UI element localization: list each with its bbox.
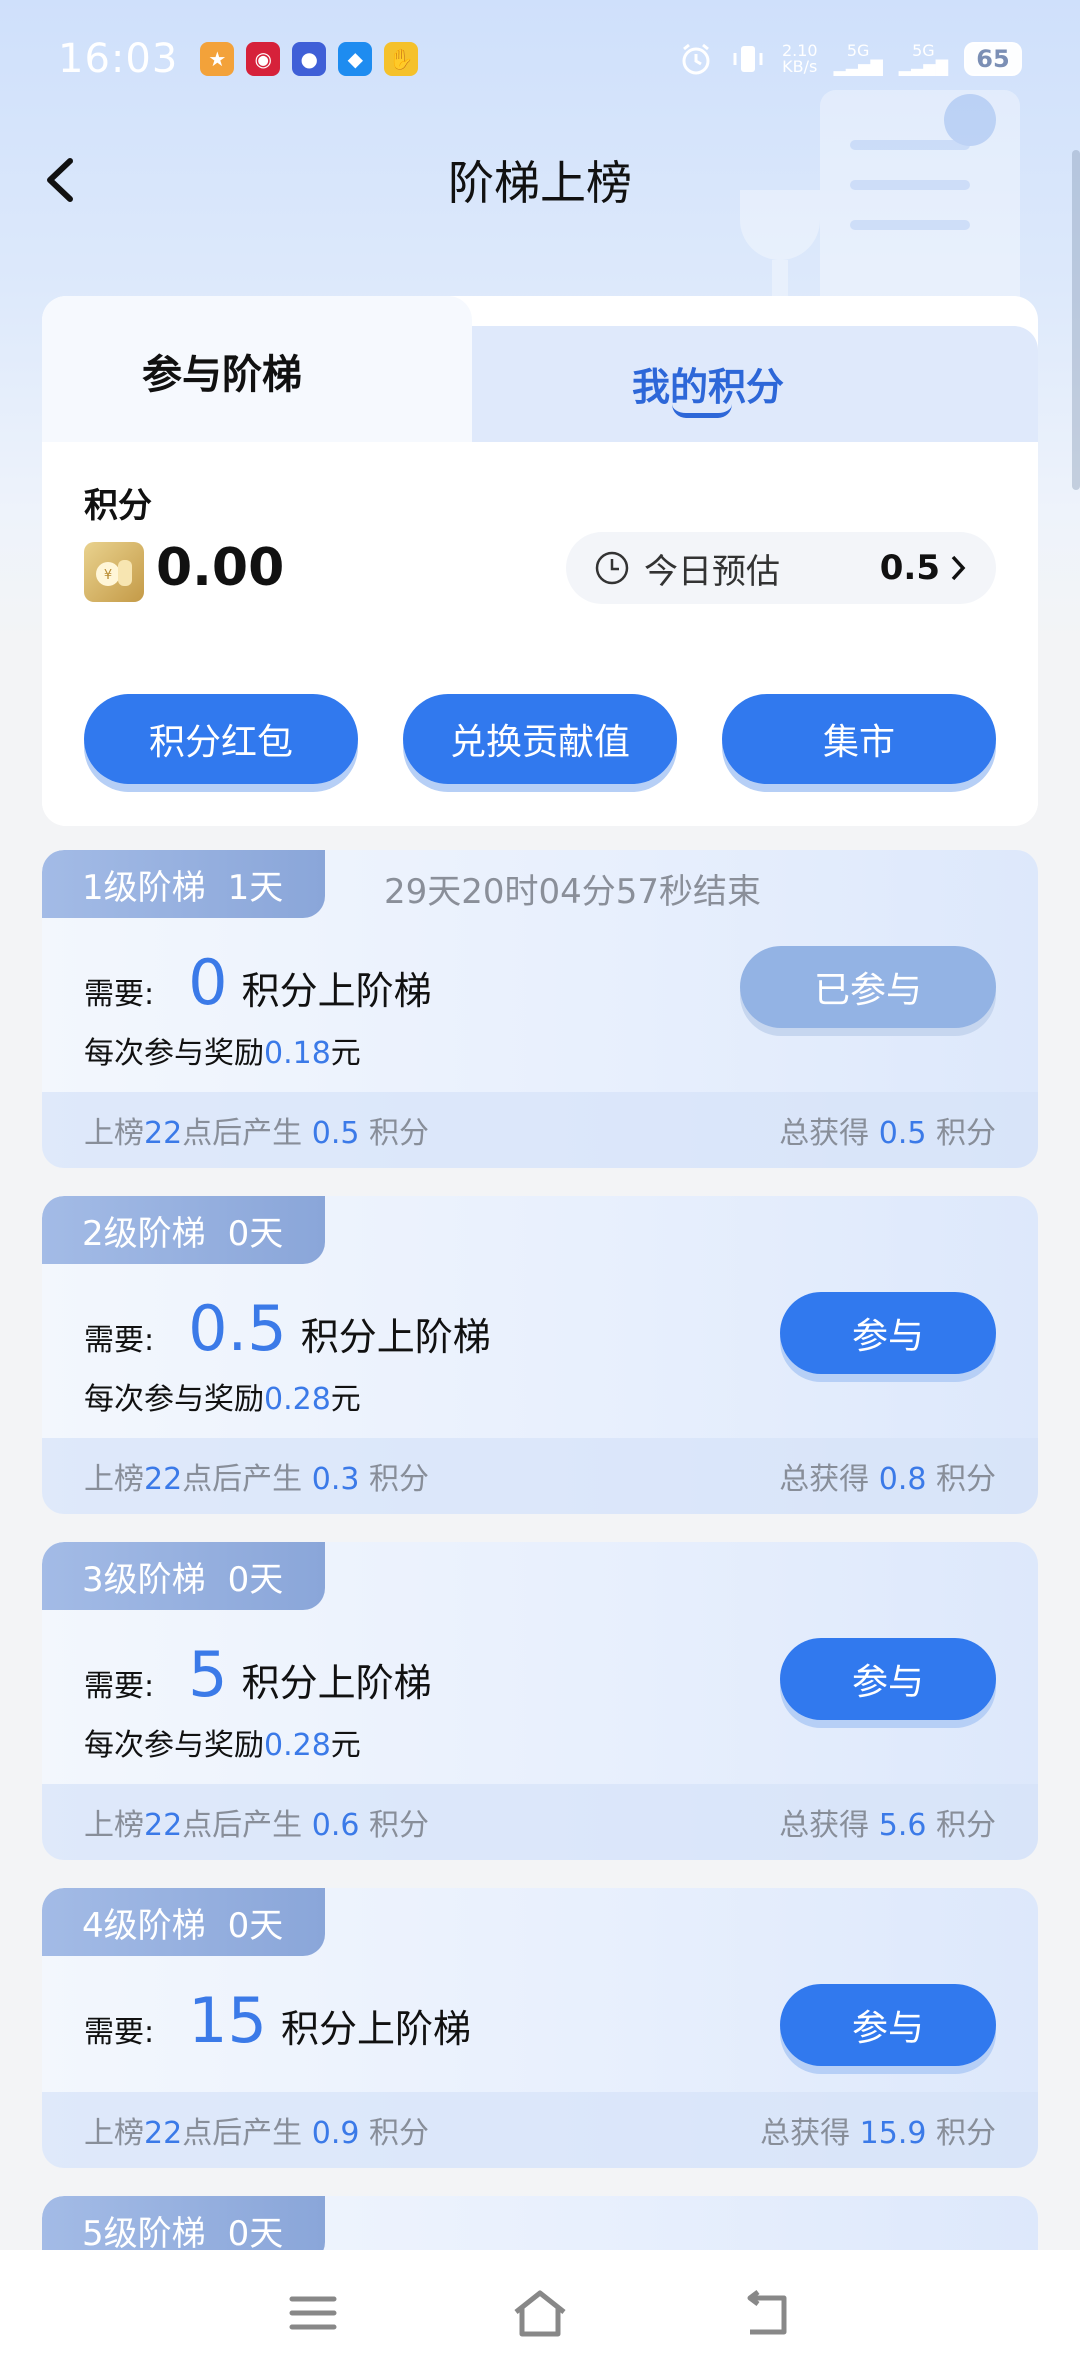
tier-footer: 上榜22点后产生 0.5 积分 总获得 0.5 积分 xyxy=(42,1092,1038,1168)
chevron-right-icon xyxy=(951,555,966,581)
points-value: 0.00 xyxy=(156,538,285,598)
notification-icons: ★ ◉ ● ◆ ✋ xyxy=(200,42,419,76)
hand-app-icon: ✋ xyxy=(384,42,419,76)
tier-card-2: 2级阶梯 0天 需要: 0.5 积分上阶梯 每次参与奖励0.28元 参与 上榜22… xyxy=(42,1196,1038,1514)
tab-join-ladder[interactable]: 参与阶梯 xyxy=(142,342,302,400)
tieba-app-icon: ● xyxy=(292,42,327,76)
bank-app-icon: ◉ xyxy=(246,42,281,76)
alarm-icon xyxy=(682,43,710,75)
join-button[interactable]: 参与 xyxy=(780,1292,996,1374)
page-header: 阶梯上榜 xyxy=(0,130,1080,230)
menu-icon[interactable] xyxy=(273,2273,353,2353)
estimate-value: 0.5 xyxy=(879,548,940,588)
signal-2: 5G ▂▃▅▇ xyxy=(898,41,948,76)
coin-icon: ¥ xyxy=(84,542,144,602)
home-icon[interactable] xyxy=(500,2273,580,2353)
tab-my-points[interactable]: 我的积分 xyxy=(632,356,784,411)
points-label: 积分 xyxy=(84,486,152,526)
chevron-left-icon xyxy=(47,158,73,202)
tab-underline xyxy=(672,404,732,418)
tier-requirement: 需要: 0.5 积分上阶梯 xyxy=(84,1292,491,1365)
today-estimate-button[interactable]: 今日预估 0.5 xyxy=(566,532,996,604)
tier-countdown: 29天20时04分57秒结束 xyxy=(384,872,762,912)
tier-badge: 2级阶梯 0天 xyxy=(42,1196,326,1264)
tier-footer: 上榜22点后产生 0.6 积分 总获得 5.6 积分 xyxy=(42,1784,1038,1860)
tier-badge: 3级阶梯 0天 xyxy=(42,1542,326,1610)
signal-1: 5G ▂▃▅▇ xyxy=(833,41,883,76)
vibrate-icon xyxy=(733,46,763,72)
status-time: 16:03 xyxy=(58,36,179,82)
tier-footer: 上榜22点后产生 0.3 积分 总获得 0.8 积分 xyxy=(42,1438,1038,1514)
tier-card-4: 4级阶梯 0天 需要: 15 积分上阶梯 参与 上榜22点后产生 0.9 积分 总… xyxy=(42,1888,1038,2168)
tier-badge: 4级阶梯 0天 xyxy=(42,1888,326,1956)
tier-footer: 上榜22点后产生 0.9 积分 总获得 15.9 积分 xyxy=(42,2092,1038,2168)
back-button[interactable] xyxy=(30,150,90,210)
tier-reward: 每次参与奖励0.18元 xyxy=(84,1036,361,1071)
market-button[interactable]: 集市 xyxy=(722,694,996,784)
tier-reward: 每次参与奖励0.28元 xyxy=(84,1382,361,1417)
du-app-icon: ◆ xyxy=(338,42,373,76)
system-nav-bar xyxy=(0,2250,1080,2376)
points-card: 参与阶梯 我的积分 积分 ¥ 0.00 今日预估 0.5 积分红包 兑换贡献值 … xyxy=(42,296,1038,826)
clock-icon xyxy=(595,551,629,585)
page-title: 阶梯上榜 xyxy=(448,156,632,210)
join-button[interactable]: 参与 xyxy=(780,1638,996,1720)
tier-requirement: 需要: 0 积分上阶梯 xyxy=(84,946,432,1019)
tier-requirement: 需要: 15 积分上阶梯 xyxy=(84,1984,472,2057)
tier-card-3: 3级阶梯 0天 需要: 5 积分上阶梯 每次参与奖励0.28元 参与 上榜22点后… xyxy=(42,1542,1038,1860)
points-redpacket-button[interactable]: 积分红包 xyxy=(84,694,358,784)
svg-text:¥: ¥ xyxy=(104,568,112,583)
battery-icon: 65 xyxy=(964,42,1022,76)
scrollbar[interactable] xyxy=(1072,150,1080,490)
join-button[interactable]: 参与 xyxy=(780,1984,996,2066)
tier-requirement: 需要: 5 积分上阶梯 xyxy=(84,1638,432,1711)
joined-button[interactable]: 已参与 xyxy=(740,946,996,1028)
back-nav-icon[interactable] xyxy=(727,2273,807,2353)
exchange-contribution-button[interactable]: 兑换贡献值 xyxy=(403,694,677,784)
police-app-icon: ★ xyxy=(200,42,235,76)
points-summary: 积分 ¥ 0.00 今日预估 0.5 积分红包 兑换贡献值 集市 xyxy=(42,442,1038,826)
status-right: 2.10 KB/s 5G ▂▃▅▇ 5G ▂▃▅▇ 65 xyxy=(678,41,1022,77)
net-speed: 2.10 KB/s xyxy=(781,41,818,76)
tier-badge: 1级阶梯 1天 xyxy=(42,850,326,918)
tier-reward: 每次参与奖励0.28元 xyxy=(84,1728,361,1763)
tier-card-1: 1级阶梯 1天 29天20时04分57秒结束 需要: 0 积分上阶梯 每次参与奖励… xyxy=(42,850,1038,1168)
estimate-label: 今日预估 xyxy=(644,551,780,592)
